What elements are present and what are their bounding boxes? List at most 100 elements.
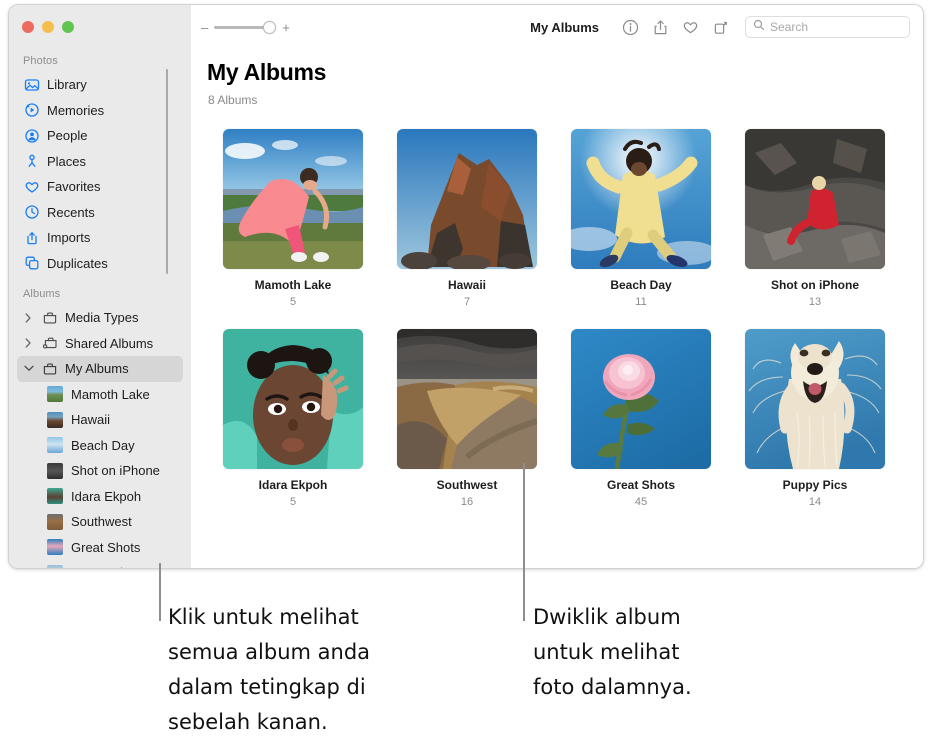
- sidebar-item-shared-albums[interactable]: Shared Albums: [17, 331, 183, 357]
- sidebar-item-imports[interactable]: Imports: [17, 225, 183, 251]
- album-name: Idara Ekpoh: [223, 478, 363, 492]
- album-card[interactable]: Mamoth Lake 5: [223, 129, 363, 308]
- sidebar-scrollbar[interactable]: [166, 69, 168, 274]
- album-photo-count: 5: [223, 296, 363, 308]
- album-name: Southwest: [397, 478, 537, 492]
- zoom-slider[interactable]: [214, 20, 276, 34]
- sidebar-album-label: Puppy Pics: [71, 565, 136, 568]
- shared-folder-icon: [41, 335, 58, 352]
- sidebar-album-shot-on-iphone[interactable]: Shot on iPhone: [17, 458, 183, 484]
- sidebar-item-media-types[interactable]: Media Types: [17, 305, 183, 331]
- minimize-button[interactable]: [42, 21, 54, 33]
- album-cover-puppy-pics[interactable]: [745, 329, 885, 469]
- album-photo-count: 16: [397, 496, 537, 508]
- sidebar-item-label: Media Types: [65, 310, 138, 325]
- sidebar-album-label: Mamoth Lake: [71, 387, 150, 402]
- sidebar-scroll-area[interactable]: Photos Library: [9, 51, 191, 568]
- sidebar-album-label: Shot on iPhone: [71, 463, 160, 478]
- callout-text-right: Dwiklik album untuk melihat foto dalamny…: [533, 600, 833, 705]
- callout-leader-line-left: [159, 563, 161, 621]
- page-header: My Albums 8 Albums: [191, 49, 923, 107]
- sidebar-group-albums-title: Albums: [9, 284, 191, 305]
- sidebar-item-duplicates[interactable]: Duplicates: [17, 251, 183, 277]
- sidebar-item-label: My Albums: [65, 361, 129, 376]
- zoom-control[interactable]: – +: [201, 20, 290, 34]
- toolbar-title: My Albums: [530, 20, 599, 35]
- albums-grid: Mamoth Lake 5: [191, 129, 923, 508]
- search-input[interactable]: Search: [745, 16, 910, 38]
- sidebar-album-label: Southwest: [71, 514, 132, 529]
- sidebar-item-memories[interactable]: Memories: [17, 98, 183, 124]
- album-thumbnail: [47, 386, 63, 402]
- sidebar-album-beach-day[interactable]: Beach Day: [17, 433, 183, 459]
- album-photo-count: 14: [745, 496, 885, 508]
- album-cover-mamoth-lake[interactable]: [223, 129, 363, 269]
- sidebar-album-label: Beach Day: [71, 438, 135, 453]
- album-cover-great-shots[interactable]: [571, 329, 711, 469]
- slider-knob[interactable]: [263, 21, 276, 34]
- rotate-icon[interactable]: [705, 13, 735, 41]
- sidebar-item-label: Recents: [47, 205, 95, 220]
- duplicates-icon: [23, 255, 40, 272]
- album-card[interactable]: Idara Ekpoh 5: [223, 329, 363, 508]
- album-card[interactable]: Great Shots 45: [571, 329, 711, 508]
- album-card[interactable]: Hawaii 7: [397, 129, 537, 308]
- album-cover-southwest[interactable]: [397, 329, 537, 469]
- close-button[interactable]: [22, 21, 34, 33]
- share-icon[interactable]: [645, 13, 675, 41]
- album-thumbnail: [47, 488, 63, 504]
- album-card[interactable]: Shot on iPhone 13: [745, 129, 885, 308]
- sidebar-item-label: Favorites: [47, 179, 100, 194]
- folder-icon: [41, 309, 58, 326]
- sidebar-item-library[interactable]: Library: [17, 72, 183, 98]
- album-name: Shot on iPhone: [745, 278, 885, 292]
- sidebar-album-hawaii[interactable]: Hawaii: [17, 407, 183, 433]
- memories-icon: [23, 102, 40, 119]
- zoom-in-label[interactable]: +: [282, 21, 290, 34]
- album-name: Mamoth Lake: [223, 278, 363, 292]
- album-card[interactable]: Puppy Pics 14: [745, 329, 885, 508]
- search-placeholder: Search: [770, 20, 808, 34]
- sidebar-album-great-shots[interactable]: Great Shots: [17, 535, 183, 561]
- sidebar-album-label: Idara Ekpoh: [71, 489, 141, 504]
- album-cover-idara-ekpoh[interactable]: [223, 329, 363, 469]
- sidebar-item-places[interactable]: Places: [17, 149, 183, 175]
- sidebar-item-label: Imports: [47, 230, 90, 245]
- callout-text-left: Klik untuk melihat semua album anda dala…: [168, 600, 498, 739]
- album-thumbnail: [47, 565, 63, 568]
- album-cover-shot-on-iphone[interactable]: [745, 129, 885, 269]
- folder-icon: [41, 360, 58, 377]
- zoom-out-label[interactable]: –: [201, 21, 208, 34]
- sidebar-item-label: Shared Albums: [65, 336, 153, 351]
- window-controls: [22, 21, 74, 33]
- album-card[interactable]: Southwest 16: [397, 329, 537, 508]
- screenshot-root: Photos Library: [0, 0, 931, 739]
- sidebar-item-favorites[interactable]: Favorites: [17, 174, 183, 200]
- search-icon: [753, 18, 765, 36]
- toolbar: – + My Albums: [191, 5, 923, 49]
- chevron-right-icon[interactable]: [23, 313, 34, 323]
- favorite-icon[interactable]: [675, 13, 705, 41]
- sidebar-item-label: Memories: [47, 103, 104, 118]
- maximize-button[interactable]: [62, 21, 74, 33]
- sidebar-item-recents[interactable]: Recents: [17, 200, 183, 226]
- info-icon[interactable]: [615, 13, 645, 41]
- sidebar-item-people[interactable]: People: [17, 123, 183, 149]
- chevron-down-icon[interactable]: [23, 365, 34, 372]
- people-icon: [23, 127, 40, 144]
- sidebar-item-label: Places: [47, 154, 86, 169]
- album-photo-count: 45: [571, 496, 711, 508]
- album-cover-beach-day[interactable]: [571, 129, 711, 269]
- sidebar-album-southwest[interactable]: Southwest: [17, 509, 183, 535]
- album-thumbnail: [47, 463, 63, 479]
- album-card[interactable]: Beach Day 11: [571, 129, 711, 308]
- chevron-right-icon[interactable]: [23, 338, 34, 348]
- sidebar-item-my-albums[interactable]: My Albums: [17, 356, 183, 382]
- sidebar-album-mamoth-lake[interactable]: Mamoth Lake: [17, 382, 183, 408]
- album-name: Hawaii: [397, 278, 537, 292]
- sidebar-album-label: Great Shots: [71, 540, 140, 555]
- sidebar-album-idara-ekpoh[interactable]: Idara Ekpoh: [17, 484, 183, 510]
- album-cover-hawaii[interactable]: [397, 129, 537, 269]
- album-thumbnail: [47, 514, 63, 530]
- sidebar-item-label: People: [47, 128, 87, 143]
